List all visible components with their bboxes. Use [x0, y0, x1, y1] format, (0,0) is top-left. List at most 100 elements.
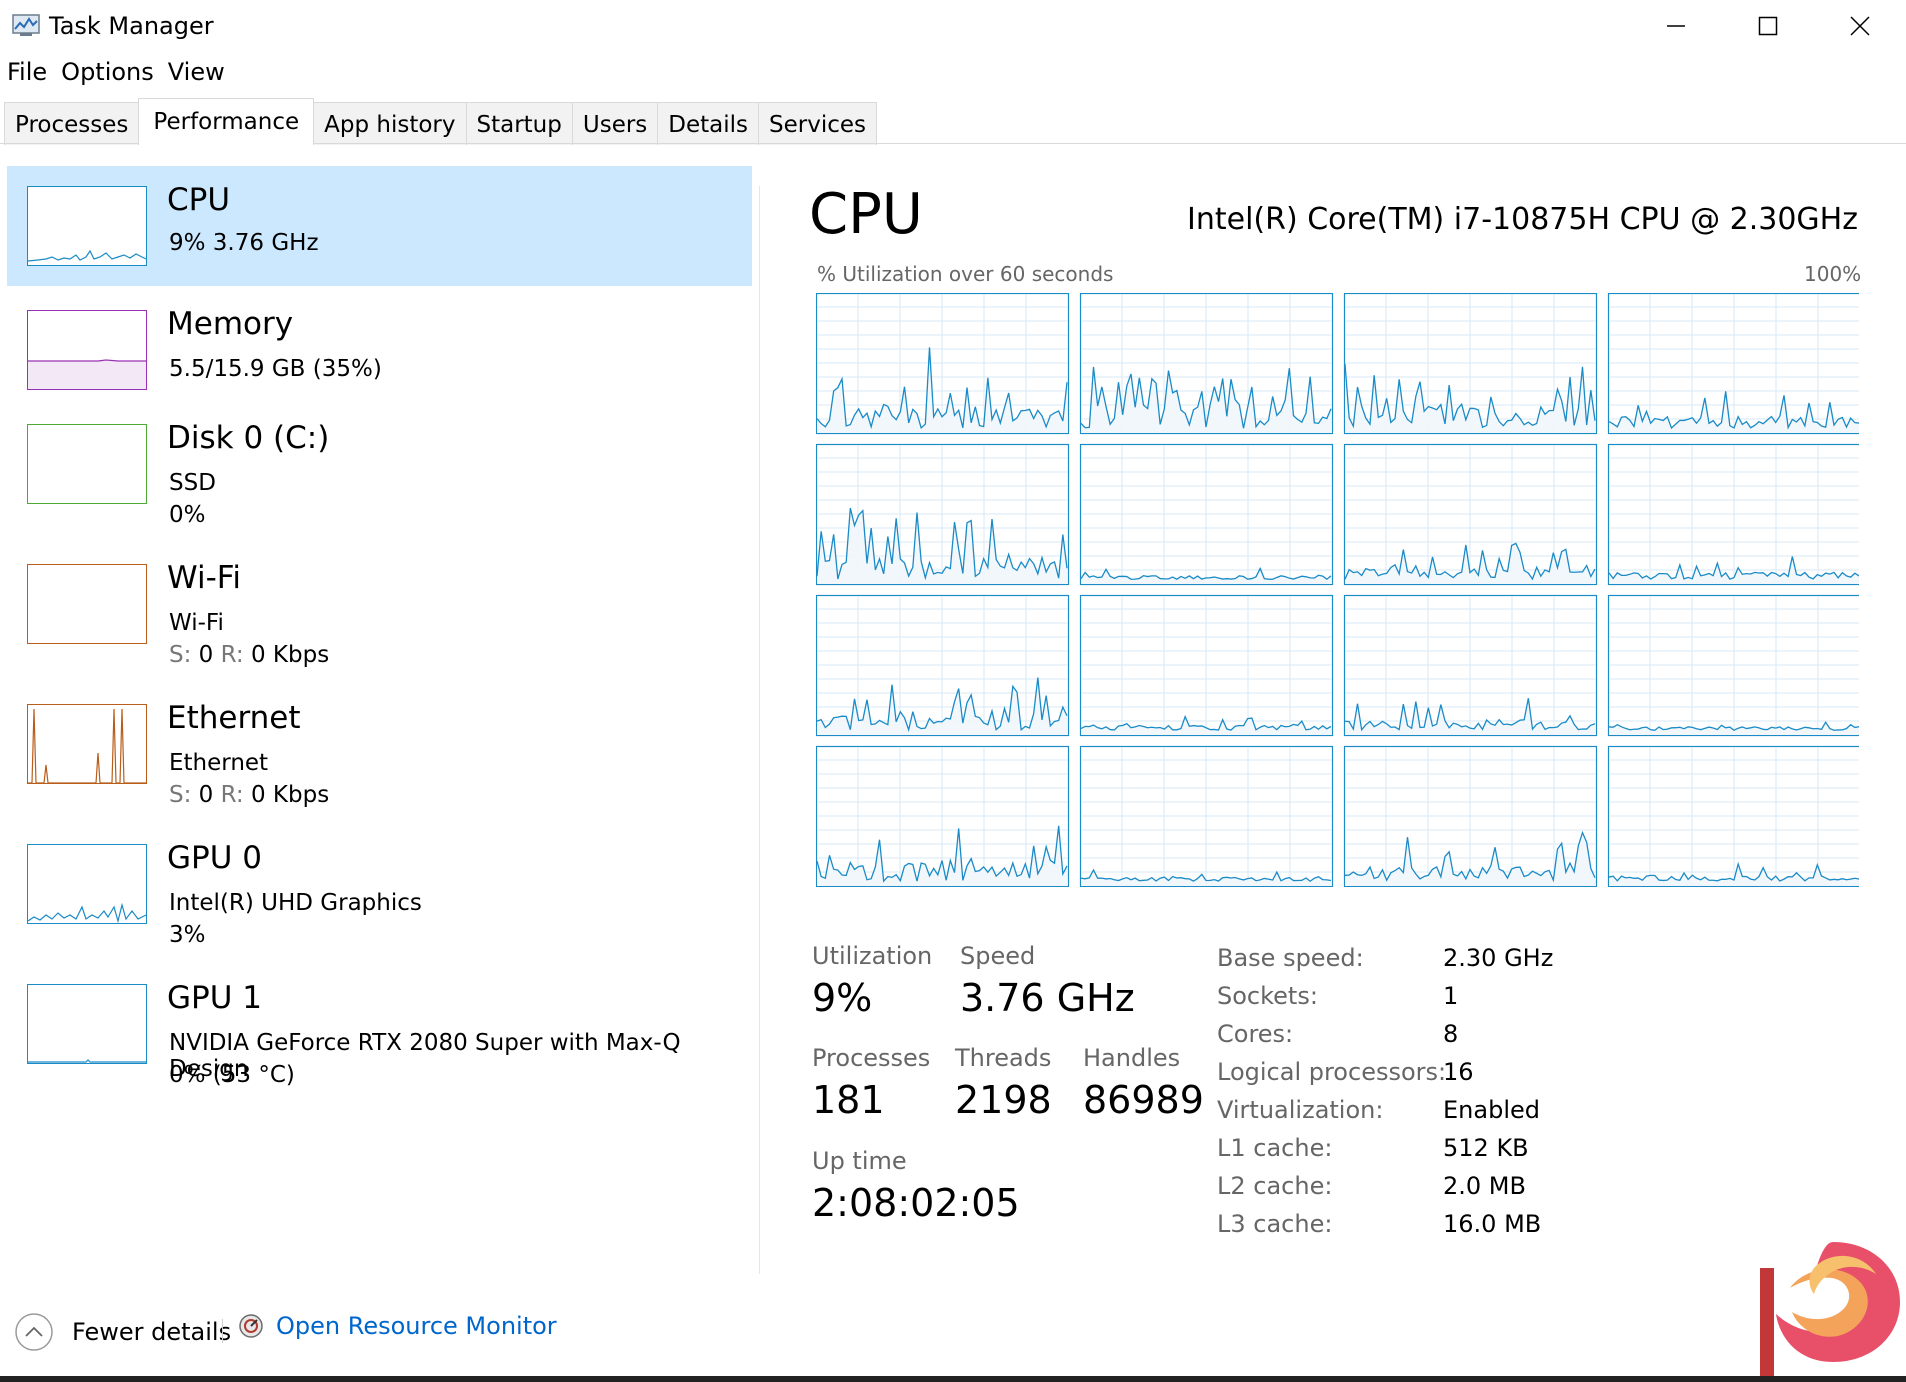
- sidebar-item-ethernet[interactable]: Ethernet Ethernet S: 0 R: 0 Kbps: [7, 682, 752, 822]
- send-label: S:: [169, 642, 192, 668]
- sidebar-item-detail: Wi-Fi: [169, 610, 224, 636]
- logical-processor-graph: [1343, 594, 1598, 737]
- task-manager-icon: [12, 14, 40, 36]
- logical-processor-graph: [1079, 292, 1334, 435]
- logical-processor-graph: [815, 745, 1070, 888]
- send-value: 0: [198, 642, 214, 668]
- sidebar-item-detail-2: 0%: [169, 502, 206, 528]
- sidebar-item-title: GPU 1: [167, 980, 262, 1016]
- sidebar-item-cpu[interactable]: CPU 9% 3.76 GHz: [7, 166, 752, 286]
- tab-users[interactable]: Users: [571, 102, 659, 145]
- tab-services[interactable]: Services: [758, 102, 878, 145]
- logical-processor-graph: [815, 594, 1070, 737]
- sidebar-item-throughput: S: 0 R: 0 Kbps: [169, 782, 329, 808]
- receive-label: R:: [220, 782, 244, 808]
- sidebar-item-detail: Ethernet: [169, 750, 269, 776]
- fewer-details-button[interactable]: Fewer details: [14, 1312, 231, 1352]
- tab-startup[interactable]: Startup: [465, 102, 573, 145]
- cpu-thumbnail-graph: [27, 186, 147, 266]
- cores-label: Cores:: [1217, 1020, 1294, 1048]
- l2-cache-value: 2.0 MB: [1443, 1172, 1526, 1200]
- logical-processor-graph: [1607, 443, 1862, 586]
- menu-view[interactable]: View: [161, 56, 232, 92]
- resource-sidebar: CPU 9% 3.76 GHz Memory 5.5/15.9 GB (35%)…: [7, 166, 752, 1102]
- maximize-icon: [1758, 16, 1778, 36]
- sidebar-item-wifi[interactable]: Wi-Fi Wi-Fi S: 0 R: 0 Kbps: [7, 542, 752, 682]
- utilization-label: Utilization: [812, 942, 933, 970]
- watermark-logo: [1760, 1242, 1900, 1376]
- fewer-details-label: Fewer details: [72, 1318, 232, 1346]
- sidebar-item-title: CPU: [167, 182, 231, 218]
- panel-divider: [759, 186, 760, 1274]
- sidebar-item-title: Ethernet: [167, 700, 301, 736]
- processes-label: Processes: [812, 1044, 931, 1072]
- sidebar-item-detail: SSD: [169, 470, 216, 496]
- sidebar-item-gpu0[interactable]: GPU 0 Intel(R) UHD Graphics 3%: [7, 822, 752, 962]
- l3-cache-value: 16.0 MB: [1443, 1210, 1542, 1238]
- virtualization-label: Virtualization:: [1217, 1096, 1384, 1124]
- virtualization-value: Enabled: [1443, 1096, 1540, 1124]
- minimize-button[interactable]: [1630, 0, 1722, 52]
- tab-processes[interactable]: Processes: [4, 102, 140, 145]
- l1-cache-label: L1 cache:: [1217, 1134, 1333, 1162]
- sidebar-item-detail: 9% 3.76 GHz: [169, 230, 319, 256]
- logical-processor-graph: [1343, 292, 1598, 435]
- maximize-button[interactable]: [1722, 0, 1814, 52]
- handles-value: 86989: [1083, 1078, 1204, 1122]
- logical-processor-graph: [815, 443, 1070, 586]
- logical-processor-graph: [1343, 745, 1598, 888]
- sidebar-item-title: GPU 0: [167, 840, 262, 876]
- handles-label: Handles: [1083, 1044, 1181, 1072]
- processes-value: 181: [812, 1078, 885, 1122]
- utilization-value: 9%: [812, 976, 873, 1020]
- open-resource-monitor-link[interactable]: Open Resource Monitor: [238, 1312, 557, 1340]
- threads-value: 2198: [955, 1078, 1052, 1122]
- utilization-graph-max: 100%: [1804, 262, 1862, 286]
- gpu0-thumbnail-graph: [27, 844, 147, 924]
- sidebar-item-memory[interactable]: Memory 5.5/15.9 GB (35%): [7, 286, 752, 402]
- logical-processors-value: 16: [1443, 1058, 1474, 1086]
- resource-monitor-icon: [239, 1314, 263, 1338]
- logical-processor-graph: [1607, 745, 1862, 888]
- speed-label: Speed: [960, 942, 1036, 970]
- threads-label: Threads: [955, 1044, 1052, 1072]
- wifi-thumbnail-graph: [27, 564, 147, 644]
- tab-details[interactable]: Details: [657, 102, 760, 145]
- logical-processor-graph: [1607, 594, 1862, 737]
- sidebar-item-detail-2: 3%: [169, 922, 206, 948]
- logical-processor-graph: [1079, 594, 1334, 737]
- footer-separator: [222, 1319, 223, 1343]
- base-speed-value: 2.30 GHz: [1443, 944, 1554, 972]
- ethernet-thumbnail-graph: [27, 704, 147, 784]
- cores-value: 8: [1443, 1020, 1459, 1048]
- sidebar-item-title: Memory: [167, 306, 294, 342]
- logical-processor-graphs: [815, 292, 1862, 891]
- sidebar-item-gpu1[interactable]: GPU 1 NVIDIA GeForce RTX 2080 Super with…: [7, 962, 752, 1102]
- sidebar-item-title: Wi-Fi: [167, 560, 241, 596]
- tab-app-history[interactable]: App history: [313, 102, 467, 145]
- speed-value: 3.76 GHz: [960, 976, 1135, 1020]
- l3-cache-label: L3 cache:: [1217, 1210, 1333, 1238]
- close-button[interactable]: [1814, 0, 1906, 52]
- tab-performance[interactable]: Performance: [138, 98, 315, 145]
- receive-label: R:: [220, 642, 244, 668]
- logical-processor-graph: [1343, 443, 1598, 586]
- menu-file[interactable]: File: [0, 56, 54, 92]
- sidebar-item-disk[interactable]: Disk 0 (C:) SSD 0%: [7, 402, 752, 542]
- tab-strip: Processes Performance App history Startu…: [4, 98, 878, 145]
- send-value: 0: [198, 782, 214, 808]
- title-bar: Task Manager: [0, 0, 1906, 52]
- disk-thumbnail-graph: [27, 424, 147, 504]
- menu-options[interactable]: Options: [54, 56, 161, 92]
- uptime-label: Up time: [812, 1147, 907, 1175]
- menu-bar: File Options View: [0, 56, 232, 92]
- receive-value: 0 Kbps: [250, 782, 330, 808]
- taskbar-edge: [0, 1376, 1906, 1382]
- gpu1-thumbnail-graph: [27, 984, 147, 1064]
- close-icon: [1850, 16, 1870, 36]
- sidebar-item-detail: 5.5/15.9 GB (35%): [169, 356, 382, 382]
- sidebar-item-detail-2: 0% (53 °C): [169, 1062, 295, 1088]
- chevron-up-circle-icon: [15, 1313, 53, 1351]
- base-speed-label: Base speed:: [1217, 944, 1364, 972]
- minimize-icon: [1667, 25, 1685, 27]
